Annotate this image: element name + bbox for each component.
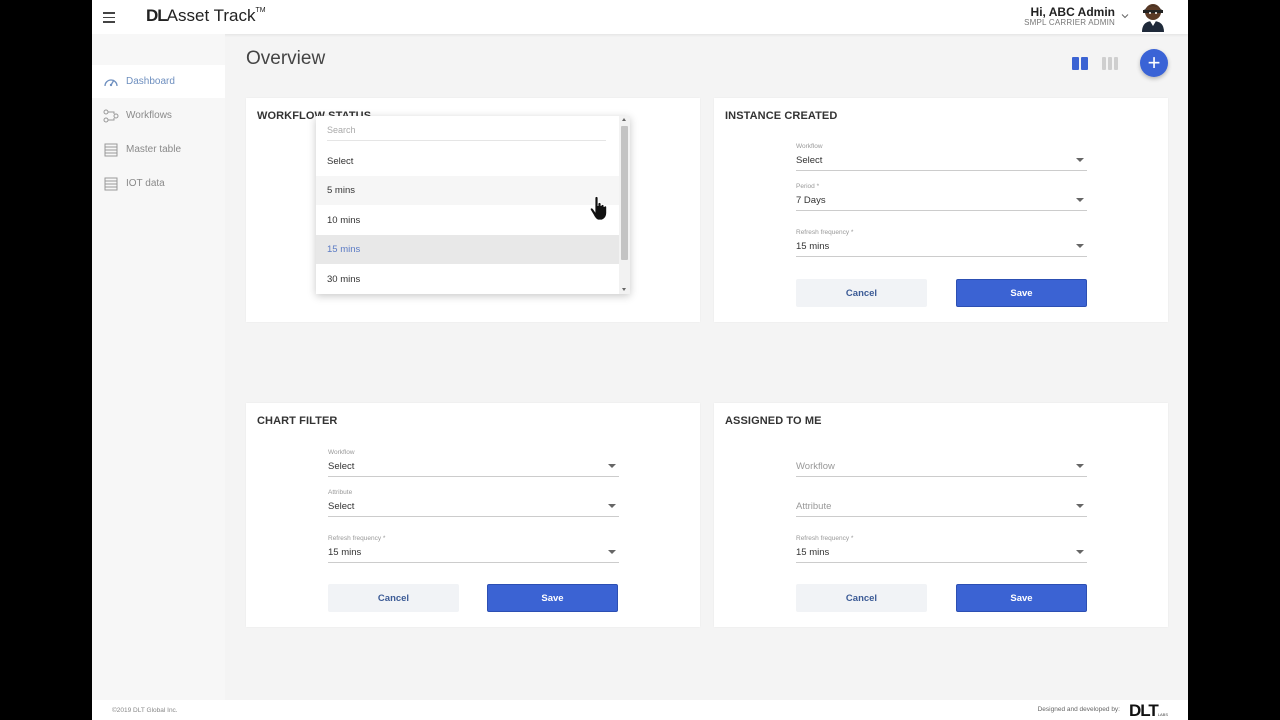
speedometer-icon xyxy=(104,78,118,86)
top-header: DLAsset TrackTM Hi, ABC Admin SMPL CARRI… xyxy=(92,0,1188,34)
field-value: 7 Days xyxy=(796,195,826,206)
logo-prefix: DL xyxy=(146,6,168,25)
dropdown-option[interactable]: Select xyxy=(316,147,619,176)
instance-created-card: INSTANCE CREATED Workflow Select Period … xyxy=(714,98,1168,322)
attribute-select[interactable]: Attribute Select xyxy=(328,489,619,517)
sidebar: Dashboard Workflows Master table IOT dat… xyxy=(92,34,225,700)
attribute-select[interactable]: Attribute xyxy=(796,489,1087,517)
logo-name: Asset Track xyxy=(166,6,256,25)
field-value: Select xyxy=(328,501,355,512)
save-button[interactable]: Save xyxy=(487,584,618,612)
refresh-frequency-dropdown: Search Select 5 mins 10 mins 15 mins 30 … xyxy=(316,116,630,294)
plus-icon: + xyxy=(1147,50,1161,75)
period-select[interactable]: Period * 7 Days xyxy=(796,183,1087,211)
scroll-down-icon[interactable] xyxy=(622,288,626,291)
cancel-button[interactable]: Cancel xyxy=(328,584,459,612)
field-value: 15 mins xyxy=(796,547,830,558)
field-value: 15 mins xyxy=(328,547,362,558)
field-label: Workflow xyxy=(796,143,823,150)
cancel-button[interactable]: Cancel xyxy=(796,279,927,307)
sidebar-item-label: IOT data xyxy=(126,178,165,189)
caret-down-icon xyxy=(1076,244,1084,248)
dropdown-scrollbar[interactable] xyxy=(619,116,630,294)
dlt-labs-logo: DLTLABS xyxy=(1129,701,1168,720)
field-value: Select xyxy=(796,155,823,166)
copyright-text: ©2019 DLT Global Inc. xyxy=(112,707,178,714)
caret-down-icon xyxy=(1076,464,1084,468)
field-label: Workflow xyxy=(328,449,355,456)
field-label: Refresh frequency * xyxy=(328,535,386,542)
dropdown-option[interactable]: 30 mins xyxy=(316,265,619,294)
caret-down-icon xyxy=(1076,504,1084,508)
field-placeholder: Attribute xyxy=(796,501,832,512)
field-value: Select xyxy=(328,461,355,472)
sidebar-item-label: Master table xyxy=(126,144,182,155)
chart-filter-card: CHART FILTER Workflow Select Attribute S… xyxy=(246,403,700,627)
hamburger-menu-icon[interactable] xyxy=(103,9,115,25)
refresh-frequency-select[interactable]: Refresh frequency * 15 mins xyxy=(796,535,1087,563)
field-label: Refresh frequency * xyxy=(796,229,854,236)
dropdown-option[interactable]: 5 mins xyxy=(316,176,619,205)
sidebar-item-workflows[interactable]: Workflows xyxy=(92,99,225,132)
table-icon xyxy=(104,143,118,156)
workflow-select[interactable]: Workflow xyxy=(796,449,1087,477)
user-avatar[interactable] xyxy=(1139,2,1167,32)
workflow-select[interactable]: Workflow Select xyxy=(328,449,619,477)
workflow-select[interactable]: Workflow Select xyxy=(796,143,1087,171)
assigned-to-me-card: ASSIGNED TO ME Workflow Attribute Refres… xyxy=(714,403,1168,627)
dropdown-option[interactable]: 10 mins xyxy=(316,206,619,235)
add-widget-button[interactable]: + xyxy=(1140,49,1168,77)
hand-cursor-icon xyxy=(589,196,607,221)
sidebar-item-label: Dashboard xyxy=(126,76,175,87)
scroll-up-icon[interactable] xyxy=(622,118,626,121)
field-placeholder: Workflow xyxy=(796,461,835,472)
footer: ©2019 DLT Global Inc. Designed and devel… xyxy=(92,700,1188,720)
refresh-frequency-select[interactable]: Refresh frequency * 15 mins xyxy=(796,229,1087,257)
caret-down-icon xyxy=(608,504,616,508)
scrollbar-thumb[interactable] xyxy=(621,126,628,260)
app-logo[interactable]: DLAsset TrackTM xyxy=(146,6,266,26)
three-column-view-icon[interactable] xyxy=(1102,57,1118,70)
sidebar-item-label: Workflows xyxy=(126,110,172,121)
sidebar-item-iot-data[interactable]: IOT data xyxy=(92,167,225,200)
chevron-down-icon[interactable] xyxy=(1120,11,1130,21)
caret-down-icon xyxy=(1076,550,1084,554)
caret-down-icon xyxy=(1076,158,1084,162)
refresh-frequency-select[interactable]: Refresh frequency * 15 mins xyxy=(328,535,619,563)
sidebar-item-dashboard[interactable]: Dashboard xyxy=(92,65,225,98)
caret-down-icon xyxy=(608,464,616,468)
caret-down-icon xyxy=(608,550,616,554)
caret-down-icon xyxy=(1076,198,1084,202)
brand-sub: LABS xyxy=(1157,712,1168,717)
logo-trademark: TM xyxy=(255,7,266,14)
workflow-icon xyxy=(103,109,119,122)
field-label: Refresh frequency * xyxy=(796,535,854,542)
save-button[interactable]: Save xyxy=(956,584,1087,612)
dropdown-search-input[interactable]: Search xyxy=(327,121,606,141)
cancel-button[interactable]: Cancel xyxy=(796,584,927,612)
brand-name: DLT xyxy=(1128,701,1159,720)
card-title: ASSIGNED TO ME xyxy=(725,415,822,427)
field-label: Period * xyxy=(796,183,820,190)
sidebar-item-master-table[interactable]: Master table xyxy=(92,133,225,166)
page-title: Overview xyxy=(246,48,326,69)
table-icon xyxy=(104,177,118,190)
two-column-view-icon[interactable] xyxy=(1072,57,1088,70)
card-title: CHART FILTER xyxy=(257,415,338,427)
app-window: DLAsset TrackTM Hi, ABC Admin SMPL CARRI… xyxy=(92,0,1188,720)
field-value: 15 mins xyxy=(796,241,830,252)
dropdown-option-selected[interactable]: 15 mins xyxy=(316,235,619,264)
user-greeting[interactable]: Hi, ABC Admin xyxy=(1031,5,1115,19)
designed-by-text: Designed and developed by: xyxy=(1037,706,1120,713)
card-title: INSTANCE CREATED xyxy=(725,110,838,122)
save-button[interactable]: Save xyxy=(956,279,1087,307)
field-label: Attribute xyxy=(328,489,353,496)
user-role: SMPL CARRIER ADMIN xyxy=(1024,18,1115,27)
